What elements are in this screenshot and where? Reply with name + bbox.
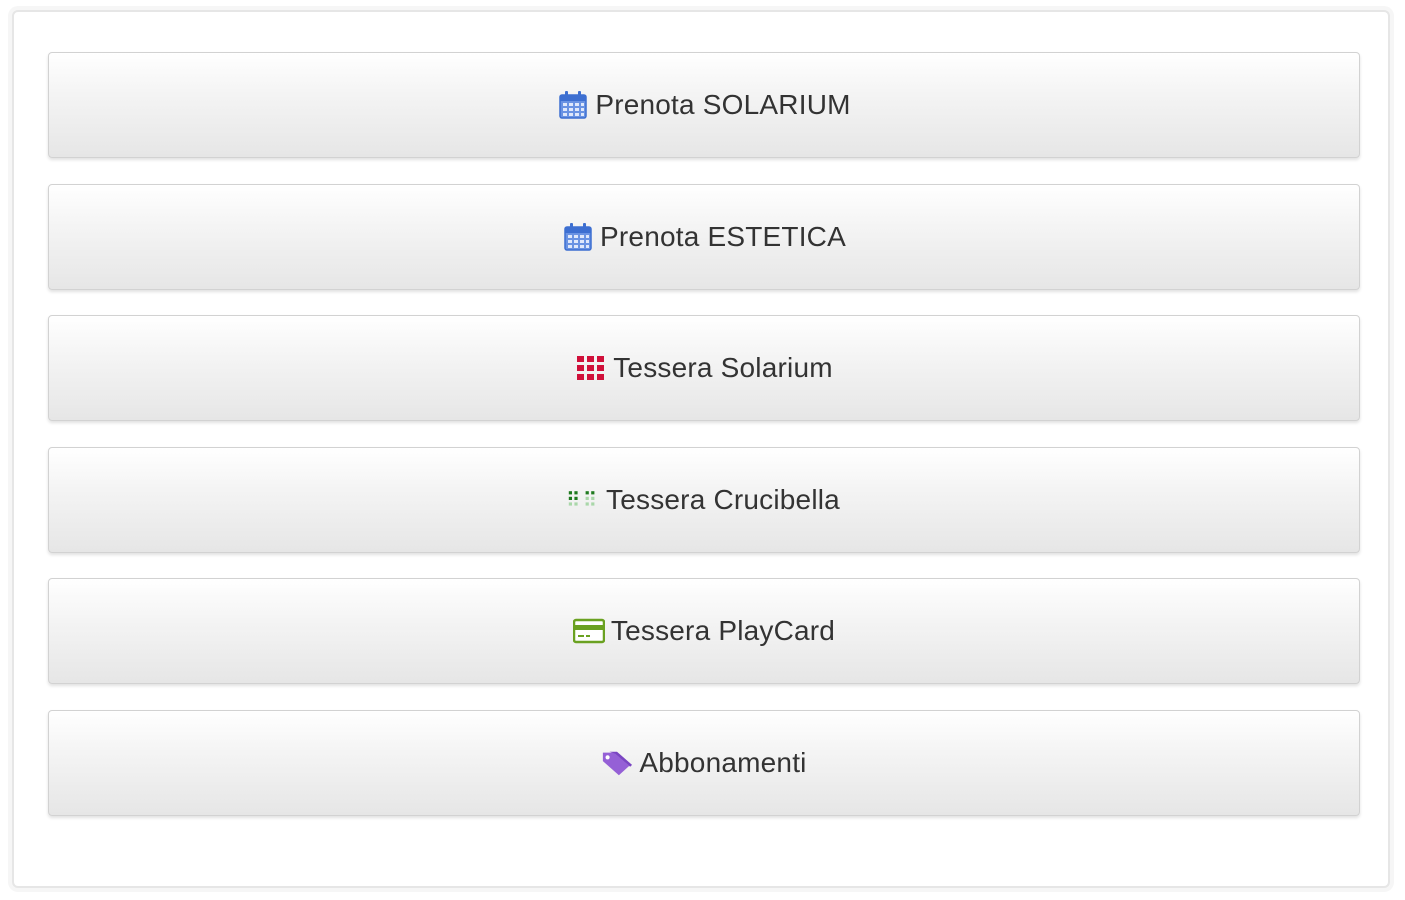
tessera-solarium-button[interactable]: Tessera Solarium — [48, 315, 1360, 421]
menu-list: Prenota SOLARIUM Prenota ESTETICA Tesser… — [48, 52, 1360, 841]
calendar-icon — [557, 89, 589, 121]
prenota-estetica-label: Prenota ESTETICA — [600, 220, 846, 252]
tessera-playcard-button[interactable]: Tessera PlayCard — [48, 578, 1360, 684]
prenota-solarium-label: Prenota SOLARIUM — [595, 89, 851, 120]
tessera-crucibella-button[interactable]: Tessera Crucibella — [48, 446, 1360, 553]
grid-icon — [575, 352, 607, 384]
tags-icon — [601, 747, 633, 779]
menu-panel: Prenota SOLARIUM Prenota ESTETICA Tesser… — [12, 10, 1390, 888]
tessera-playcard-label: Tessera PlayCard — [610, 615, 836, 646]
credit-card-icon — [572, 615, 605, 647]
tessera-crucibella-label: Tessera Crucibella — [606, 483, 840, 515]
abbonamenti-label: Abbonamenti — [639, 746, 807, 778]
tessera-solarium-label: Tessera Solarium — [613, 352, 833, 383]
abbonamenti-button[interactable]: Abbonamenti — [48, 709, 1360, 816]
prenota-estetica-button[interactable]: Prenota ESTETICA — [48, 183, 1360, 290]
calendar-icon — [562, 221, 594, 253]
grid-icon — [568, 484, 600, 516]
prenota-solarium-button[interactable]: Prenota SOLARIUM — [48, 52, 1360, 158]
